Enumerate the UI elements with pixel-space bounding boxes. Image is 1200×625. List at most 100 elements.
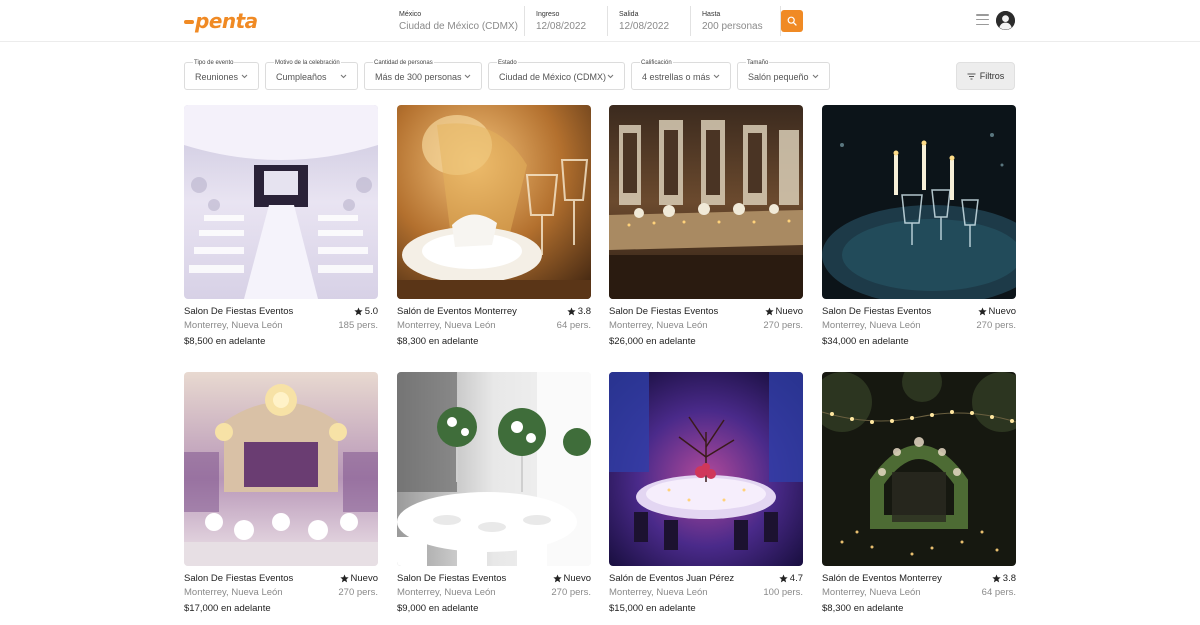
hamburger-menu-icon[interactable] (976, 14, 989, 25)
venue-photo (184, 105, 378, 299)
location-field[interactable]: México Ciudad de México (CDMX) (388, 6, 525, 36)
venue-price: $8,300 en adelante (397, 336, 479, 347)
venue-price: $17,000 en adelante (184, 603, 271, 614)
venue-capacity: 270 pers. (338, 587, 378, 598)
filter-label: Tipo de evento (193, 60, 235, 66)
venue-price: $15,000 en adelante (609, 603, 696, 614)
guests-field[interactable]: Hasta 200 personas (691, 6, 781, 36)
star-icon (779, 574, 788, 583)
guests-value: 200 personas (702, 20, 763, 32)
rating-value: Nuevo (775, 306, 803, 317)
venue-card[interactable]: Salon De Fiestas Eventos Nuevo Monterrey… (609, 105, 803, 347)
salida-field[interactable]: Salida 12/08/2022 (608, 6, 691, 36)
rating-value: 5.0 (364, 306, 378, 317)
search-icon (787, 16, 797, 26)
star-icon (339, 574, 349, 583)
venue-location: Monterrey, Nueva León (822, 320, 921, 331)
venue-photo (822, 105, 1016, 299)
filter-value: 4 estrellas o más (642, 72, 711, 82)
chevron-down-icon (340, 74, 347, 79)
filter-value: Salón pequeño (748, 72, 809, 82)
star-icon (992, 574, 1001, 583)
rating-value: Nuevo (988, 306, 1016, 317)
venue-capacity: 64 pers. (556, 320, 591, 331)
venue-rating: Nuevo (552, 573, 591, 584)
venue-title: Salon De Fiestas Eventos (184, 573, 294, 584)
venue-title: Salón de Eventos Monterrey (397, 306, 517, 317)
filter-label: Calificación (640, 60, 673, 66)
penta-logo[interactable]: penta (184, 9, 258, 33)
venue-photo (397, 105, 591, 299)
filter-value: Más de 300 personas (375, 72, 462, 82)
venue-price: $9,000 en adelante (397, 603, 479, 614)
search-button[interactable] (781, 10, 803, 32)
filter-icon (967, 73, 976, 79)
ingreso-label: Ingreso (536, 10, 560, 18)
venue-title: Salón de Eventos Juan Pérez (609, 573, 735, 584)
venue-photo (184, 372, 378, 566)
venue-title: Salón de Eventos Monterrey (822, 573, 942, 584)
venue-location: Monterrey, Nueva León (184, 320, 283, 331)
star-icon (552, 574, 562, 583)
venue-card[interactable]: Salón de Eventos Monterrey 3.8 Monterrey… (822, 372, 1016, 614)
venue-card[interactable]: Salon De Fiestas Eventos Nuevo Monterrey… (184, 372, 378, 614)
chevron-down-icon (812, 74, 819, 79)
filter-label: Motivo de la celebración (274, 60, 341, 66)
venue-rating: 5.0 (354, 306, 378, 317)
venue-capacity: 64 pers. (981, 587, 1016, 598)
ingreso-field[interactable]: Ingreso 12/08/2022 (525, 6, 608, 36)
filter-value: Cumpleaños (276, 72, 327, 82)
rating-value: 3.8 (1002, 573, 1016, 584)
venue-rating: Nuevo (339, 573, 378, 584)
rating-value: Nuevo (350, 573, 378, 584)
venue-rating: Nuevo (977, 306, 1016, 317)
venue-title: Salon De Fiestas Eventos (609, 306, 719, 317)
venue-capacity: 270 pers. (763, 320, 803, 331)
salida-label: Salida (619, 10, 639, 18)
filter-label: Tamaño (746, 60, 770, 66)
venue-card[interactable]: Salón de Eventos Juan Pérez 4.7 Monterre… (609, 372, 803, 614)
star-icon (567, 307, 576, 316)
venue-price: $8,500 en adelante (184, 336, 266, 347)
filter-cantidad-personas[interactable]: Cantidad de personas Más de 300 personas (364, 60, 482, 90)
venue-title: Salon De Fiestas Eventos (822, 306, 932, 317)
venue-location: Monterrey, Nueva León (822, 587, 921, 598)
filtros-button[interactable]: Filtros (956, 62, 1015, 90)
venue-price: $8,300 en adelante (822, 603, 904, 614)
chevron-down-icon (713, 74, 720, 79)
venue-rating: 3.8 (567, 306, 591, 317)
venue-card[interactable]: Salon De Fiestas Eventos Nuevo Monterrey… (822, 105, 1016, 347)
venue-card[interactable]: Salón de Eventos Monterrey 3.8 Monterrey… (397, 105, 591, 347)
salida-value: 12/08/2022 (619, 20, 670, 32)
top-header: penta México Ciudad de México (CDMX) Ing… (0, 0, 1200, 42)
venue-capacity: 100 pers. (763, 587, 803, 598)
venue-rating: 3.8 (992, 573, 1016, 584)
star-icon (764, 307, 774, 316)
filter-motivo[interactable]: Motivo de la celebración Cumpleaños (265, 60, 358, 90)
venue-card[interactable]: Salon De Fiestas Eventos 5.0 Monterrey, … (184, 105, 378, 347)
filter-estado[interactable]: Estado Ciudad de México (CDMX) (488, 60, 625, 90)
chevron-down-icon (464, 74, 471, 79)
chevron-down-icon (241, 74, 248, 79)
location-value: Ciudad de México (CDMX) (399, 20, 518, 32)
filter-value: Reuniones (195, 72, 239, 82)
chevron-down-icon (607, 74, 614, 79)
venue-capacity: 270 pers. (976, 320, 1016, 331)
filter-tipo-evento[interactable]: Tipo de evento Reuniones (184, 60, 259, 90)
venue-location: Monterrey, Nueva León (184, 587, 283, 598)
rating-value: 3.8 (577, 306, 591, 317)
filter-calificacion[interactable]: Calificación 4 estrellas o más (631, 60, 731, 90)
venue-card[interactable]: Salon De Fiestas Eventos Nuevo Monterrey… (397, 372, 591, 614)
filter-tamano[interactable]: Tamaño Salón pequeño (737, 60, 830, 90)
venue-location: Monterrey, Nueva León (397, 587, 496, 598)
user-avatar-icon[interactable] (996, 11, 1015, 30)
star-icon (977, 307, 987, 316)
rating-value: Nuevo (563, 573, 591, 584)
logo-text: penta (195, 9, 258, 33)
venue-location: Monterrey, Nueva León (609, 320, 708, 331)
venue-rating: 4.7 (779, 573, 803, 584)
venue-price: $34,000 en adelante (822, 336, 909, 347)
star-icon (354, 307, 363, 316)
venue-title: Salon De Fiestas Eventos (397, 573, 507, 584)
rating-value: 4.7 (789, 573, 803, 584)
